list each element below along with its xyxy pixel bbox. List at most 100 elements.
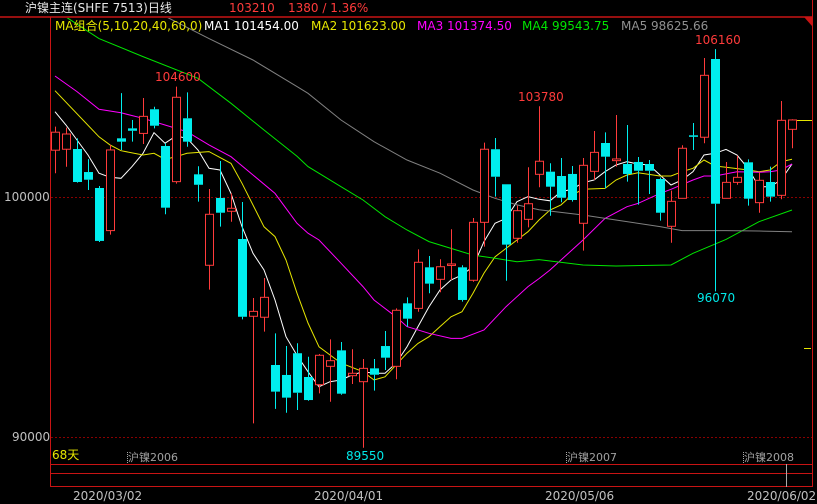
candle-down (161, 143, 170, 215)
candle-body (161, 146, 170, 208)
candle-body (205, 213, 214, 266)
candle-body (722, 181, 731, 199)
candle-body (403, 303, 412, 319)
low-annotation: 96070 (697, 291, 736, 305)
ma3-value: MA3 101374.50 (417, 19, 512, 33)
y-tick-label: 100000 (4, 190, 50, 204)
candle-up (590, 131, 599, 180)
candle-down (711, 49, 720, 292)
candle-body (491, 149, 500, 177)
candle-down (458, 265, 467, 302)
candle-down (128, 119, 137, 142)
candle-body (73, 149, 82, 182)
candle-up (359, 359, 368, 448)
candle-up (700, 58, 709, 144)
candle-up (326, 339, 335, 402)
candle-body (51, 131, 60, 151)
candle-body (238, 239, 247, 317)
candle-body (337, 350, 346, 394)
candle-body (128, 128, 137, 131)
candle-body (249, 310, 258, 317)
candle-down (337, 341, 346, 395)
candle-body (612, 158, 621, 162)
ma2-line (54, 90, 793, 381)
candle-body (656, 179, 665, 213)
y-tick-label: 90000 (12, 430, 51, 444)
candle-body (766, 182, 775, 197)
candle-body (150, 109, 159, 126)
candle-body (590, 151, 599, 172)
candle-body (513, 210, 522, 239)
candle-body (777, 119, 786, 196)
candle-down (656, 177, 665, 221)
candle-up (480, 142, 489, 247)
contract-label: 沪镍2008 (744, 451, 794, 464)
candle-up (205, 188, 214, 290)
x-date-label: 2020/03/02 (73, 489, 143, 503)
candle-down (183, 92, 192, 147)
candle-body (172, 96, 181, 183)
candle-body (425, 267, 434, 284)
candle-up (51, 126, 60, 174)
candle-down (502, 184, 511, 281)
ma-group-label[interactable]: MA组合(5,10,20,40,60,0) (55, 19, 202, 33)
x-date-label: 2020/05/06 (545, 489, 615, 503)
candle-up (62, 127, 71, 167)
candle-down (645, 160, 654, 194)
candle-up (612, 115, 621, 167)
candle-body (601, 143, 610, 157)
candle-up (535, 106, 544, 188)
ma4-line (66, 18, 793, 267)
candle-body (744, 162, 753, 199)
candle-up (733, 155, 742, 185)
candle-body (788, 119, 797, 130)
candle-body (579, 164, 588, 224)
candle-up (392, 308, 401, 380)
candle-up (139, 98, 148, 144)
candle-body (535, 160, 544, 175)
candle-body (689, 135, 698, 137)
candle-down (689, 122, 698, 150)
candle-body (315, 354, 324, 386)
candle-up (315, 353, 324, 394)
candle-down (150, 106, 159, 129)
candlestick-chart[interactable] (0, 0, 817, 504)
days-count: 68天 (52, 448, 80, 462)
candle-down (491, 137, 500, 197)
candle-up (788, 119, 797, 149)
candle-body (216, 197, 225, 213)
candle-up (777, 101, 786, 200)
candle-body (260, 296, 269, 318)
candle-body (106, 149, 115, 232)
candle-down (744, 159, 753, 206)
candle-body (227, 207, 236, 212)
candle-up (260, 278, 269, 332)
candle-down (370, 359, 379, 391)
candle-down (293, 343, 302, 410)
candle-down (425, 256, 434, 294)
candle-down (403, 297, 412, 327)
candle-down (95, 185, 104, 242)
candle-down (304, 356, 313, 401)
candle-up (513, 205, 522, 243)
candle-body (84, 172, 93, 180)
candle-body (117, 138, 126, 142)
candle-down (282, 346, 291, 413)
candles (51, 49, 797, 448)
candle-body (392, 309, 401, 367)
candle-body (271, 365, 280, 392)
candle-up (249, 298, 258, 424)
contract-label: 沪镍2006 (128, 451, 178, 464)
candle-body (458, 267, 467, 300)
candle-up (414, 249, 423, 312)
high-annotation: 104600 (155, 70, 201, 84)
x-date-label: 2020/04/01 (314, 489, 384, 503)
candle-body (326, 360, 335, 367)
candle-body (733, 176, 742, 183)
candle-down (117, 93, 126, 150)
x-date-label: 2020/06/02 (747, 489, 817, 503)
candle-down (194, 166, 203, 202)
ma2-value: MA2 101623.00 (311, 19, 406, 33)
candle-down (601, 132, 610, 189)
candle-body (414, 261, 423, 309)
